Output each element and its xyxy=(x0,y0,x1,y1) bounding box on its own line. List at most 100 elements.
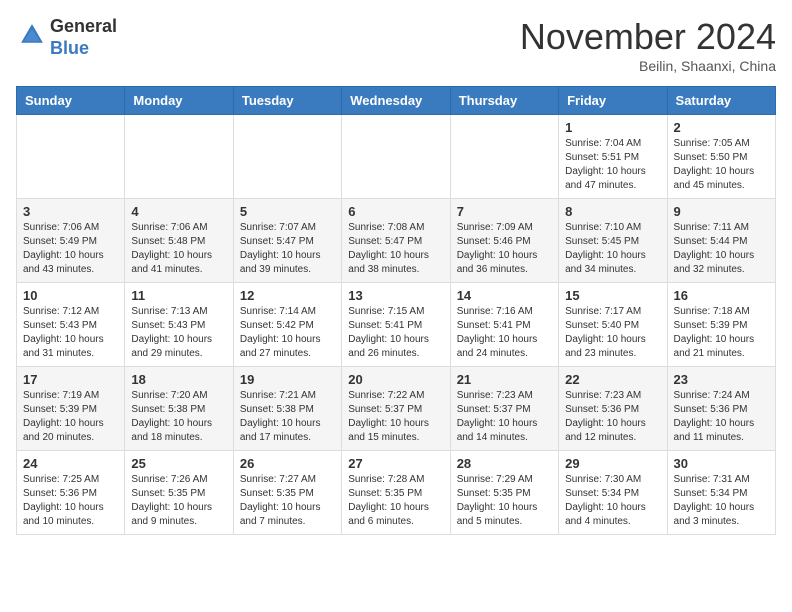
day-number: 15 xyxy=(565,288,660,303)
weekday-header-wednesday: Wednesday xyxy=(342,87,450,115)
day-cell xyxy=(450,115,558,199)
day-cell: 15 Sunrise: 7:17 AM Sunset: 5:40 PM Dayli… xyxy=(559,283,667,367)
day-info: Sunrise: 7:18 AM Sunset: 5:39 PM Dayligh… xyxy=(674,305,769,361)
day-number: 26 xyxy=(240,456,335,471)
day-info: Sunrise: 7:25 AM Sunset: 5:36 PM Dayligh… xyxy=(23,473,118,529)
week-row-2: 3 Sunrise: 7:06 AM Sunset: 5:49 PM Daylig… xyxy=(17,199,776,283)
day-number: 7 xyxy=(457,204,552,219)
week-row-3: 10Sunrise: 7:12 AM Sunset: 5:43 PM Dayli… xyxy=(17,283,776,367)
day-number: 16 xyxy=(674,288,769,303)
day-cell: 16 Sunrise: 7:18 AM Sunset: 5:39 PM Dayli… xyxy=(667,283,775,367)
day-info: Sunrise: 7:08 AM Sunset: 5:47 PM Dayligh… xyxy=(348,221,443,277)
day-number: 13 xyxy=(348,288,443,303)
day-number: 8 xyxy=(565,204,660,219)
day-cell: 12 Sunrise: 7:14 AM Sunset: 5:42 PM Dayli… xyxy=(233,283,341,367)
day-cell: 22 Sunrise: 7:23 AM Sunset: 5:36 PM Dayli… xyxy=(559,367,667,451)
week-row-5: 24Sunrise: 7:25 AM Sunset: 5:36 PM Dayli… xyxy=(17,451,776,535)
day-info: Sunrise: 7:05 AM Sunset: 5:50 PM Dayligh… xyxy=(674,137,769,193)
day-info: Sunrise: 7:06 AM Sunset: 5:49 PM Dayligh… xyxy=(23,221,118,277)
day-cell: 4 Sunrise: 7:06 AM Sunset: 5:48 PM Daylig… xyxy=(125,199,233,283)
day-number: 3 xyxy=(23,204,118,219)
day-number: 2 xyxy=(674,120,769,135)
day-info: Sunrise: 7:04 AM Sunset: 5:51 PM Dayligh… xyxy=(565,137,660,193)
day-cell xyxy=(17,115,125,199)
logo-text: General Blue xyxy=(50,16,117,59)
day-info: Sunrise: 7:17 AM Sunset: 5:40 PM Dayligh… xyxy=(565,305,660,361)
day-number: 25 xyxy=(131,456,226,471)
day-number: 27 xyxy=(348,456,443,471)
day-info: Sunrise: 7:29 AM Sunset: 5:35 PM Dayligh… xyxy=(457,473,552,529)
day-info: Sunrise: 7:15 AM Sunset: 5:41 PM Dayligh… xyxy=(348,305,443,361)
day-info: Sunrise: 7:09 AM Sunset: 5:46 PM Dayligh… xyxy=(457,221,552,277)
day-cell: 24Sunrise: 7:25 AM Sunset: 5:36 PM Dayli… xyxy=(17,451,125,535)
day-cell: 7 Sunrise: 7:09 AM Sunset: 5:46 PM Daylig… xyxy=(450,199,558,283)
day-cell: 2 Sunrise: 7:05 AM Sunset: 5:50 PM Daylig… xyxy=(667,115,775,199)
week-row-1: 1 Sunrise: 7:04 AM Sunset: 5:51 PM Daylig… xyxy=(17,115,776,199)
day-number: 17 xyxy=(23,372,118,387)
day-cell xyxy=(233,115,341,199)
day-info: Sunrise: 7:23 AM Sunset: 5:36 PM Dayligh… xyxy=(565,389,660,445)
day-info: Sunrise: 7:13 AM Sunset: 5:43 PM Dayligh… xyxy=(131,305,226,361)
day-cell: 13 Sunrise: 7:15 AM Sunset: 5:41 PM Dayli… xyxy=(342,283,450,367)
day-info: Sunrise: 7:06 AM Sunset: 5:48 PM Dayligh… xyxy=(131,221,226,277)
logo-blue: Blue xyxy=(50,38,89,58)
day-info: Sunrise: 7:10 AM Sunset: 5:45 PM Dayligh… xyxy=(565,221,660,277)
month-title: November 2024 xyxy=(520,16,776,58)
day-info: Sunrise: 7:30 AM Sunset: 5:34 PM Dayligh… xyxy=(565,473,660,529)
day-info: Sunrise: 7:11 AM Sunset: 5:44 PM Dayligh… xyxy=(674,221,769,277)
day-cell: 11 Sunrise: 7:13 AM Sunset: 5:43 PM Dayli… xyxy=(125,283,233,367)
day-cell: 17 Sunrise: 7:19 AM Sunset: 5:39 PM Dayli… xyxy=(17,367,125,451)
day-number: 9 xyxy=(674,204,769,219)
day-number: 30 xyxy=(674,456,769,471)
day-number: 14 xyxy=(457,288,552,303)
day-number: 21 xyxy=(457,372,552,387)
day-info: Sunrise: 7:19 AM Sunset: 5:39 PM Dayligh… xyxy=(23,389,118,445)
day-info: Sunrise: 7:22 AM Sunset: 5:37 PM Dayligh… xyxy=(348,389,443,445)
day-info: Sunrise: 7:31 AM Sunset: 5:34 PM Dayligh… xyxy=(674,473,769,529)
day-number: 28 xyxy=(457,456,552,471)
day-cell: 18 Sunrise: 7:20 AM Sunset: 5:38 PM Dayli… xyxy=(125,367,233,451)
day-info: Sunrise: 7:27 AM Sunset: 5:35 PM Dayligh… xyxy=(240,473,335,529)
logo-icon xyxy=(18,21,46,49)
weekday-header-saturday: Saturday xyxy=(667,87,775,115)
day-number: 12 xyxy=(240,288,335,303)
day-info: Sunrise: 7:14 AM Sunset: 5:42 PM Dayligh… xyxy=(240,305,335,361)
week-row-4: 17 Sunrise: 7:19 AM Sunset: 5:39 PM Dayli… xyxy=(17,367,776,451)
day-number: 22 xyxy=(565,372,660,387)
weekday-header-monday: Monday xyxy=(125,87,233,115)
day-cell: 3 Sunrise: 7:06 AM Sunset: 5:49 PM Daylig… xyxy=(17,199,125,283)
day-cell: 14 Sunrise: 7:16 AM Sunset: 5:41 PM Dayli… xyxy=(450,283,558,367)
day-cell: 9 Sunrise: 7:11 AM Sunset: 5:44 PM Daylig… xyxy=(667,199,775,283)
weekday-header-thursday: Thursday xyxy=(450,87,558,115)
day-info: Sunrise: 7:21 AM Sunset: 5:38 PM Dayligh… xyxy=(240,389,335,445)
day-cell: 8 Sunrise: 7:10 AM Sunset: 5:45 PM Daylig… xyxy=(559,199,667,283)
day-number: 4 xyxy=(131,204,226,219)
day-number: 20 xyxy=(348,372,443,387)
day-info: Sunrise: 7:26 AM Sunset: 5:35 PM Dayligh… xyxy=(131,473,226,529)
day-cell: 6Sunrise: 7:08 AM Sunset: 5:47 PM Daylig… xyxy=(342,199,450,283)
day-info: Sunrise: 7:23 AM Sunset: 5:37 PM Dayligh… xyxy=(457,389,552,445)
day-info: Sunrise: 7:20 AM Sunset: 5:38 PM Dayligh… xyxy=(131,389,226,445)
logo-general: General xyxy=(50,16,117,36)
day-cell: 5 Sunrise: 7:07 AM Sunset: 5:47 PM Daylig… xyxy=(233,199,341,283)
day-number: 5 xyxy=(240,204,335,219)
day-cell xyxy=(342,115,450,199)
day-info: Sunrise: 7:16 AM Sunset: 5:41 PM Dayligh… xyxy=(457,305,552,361)
day-info: Sunrise: 7:12 AM Sunset: 5:43 PM Dayligh… xyxy=(23,305,118,361)
day-cell: 25 Sunrise: 7:26 AM Sunset: 5:35 PM Dayli… xyxy=(125,451,233,535)
day-cell: 1 Sunrise: 7:04 AM Sunset: 5:51 PM Daylig… xyxy=(559,115,667,199)
day-cell xyxy=(125,115,233,199)
day-number: 18 xyxy=(131,372,226,387)
day-number: 11 xyxy=(131,288,226,303)
day-info: Sunrise: 7:24 AM Sunset: 5:36 PM Dayligh… xyxy=(674,389,769,445)
day-number: 1 xyxy=(565,120,660,135)
weekday-header-friday: Friday xyxy=(559,87,667,115)
day-cell: 26 Sunrise: 7:27 AM Sunset: 5:35 PM Dayli… xyxy=(233,451,341,535)
day-cell: 19Sunrise: 7:21 AM Sunset: 5:38 PM Dayli… xyxy=(233,367,341,451)
day-cell: 29Sunrise: 7:30 AM Sunset: 5:34 PM Dayli… xyxy=(559,451,667,535)
location: Beilin, Shaanxi, China xyxy=(520,58,776,74)
day-info: Sunrise: 7:07 AM Sunset: 5:47 PM Dayligh… xyxy=(240,221,335,277)
calendar-table: SundayMondayTuesdayWednesdayThursdayFrid… xyxy=(16,86,776,535)
day-cell: 10Sunrise: 7:12 AM Sunset: 5:43 PM Dayli… xyxy=(17,283,125,367)
weekday-header-sunday: Sunday xyxy=(17,87,125,115)
